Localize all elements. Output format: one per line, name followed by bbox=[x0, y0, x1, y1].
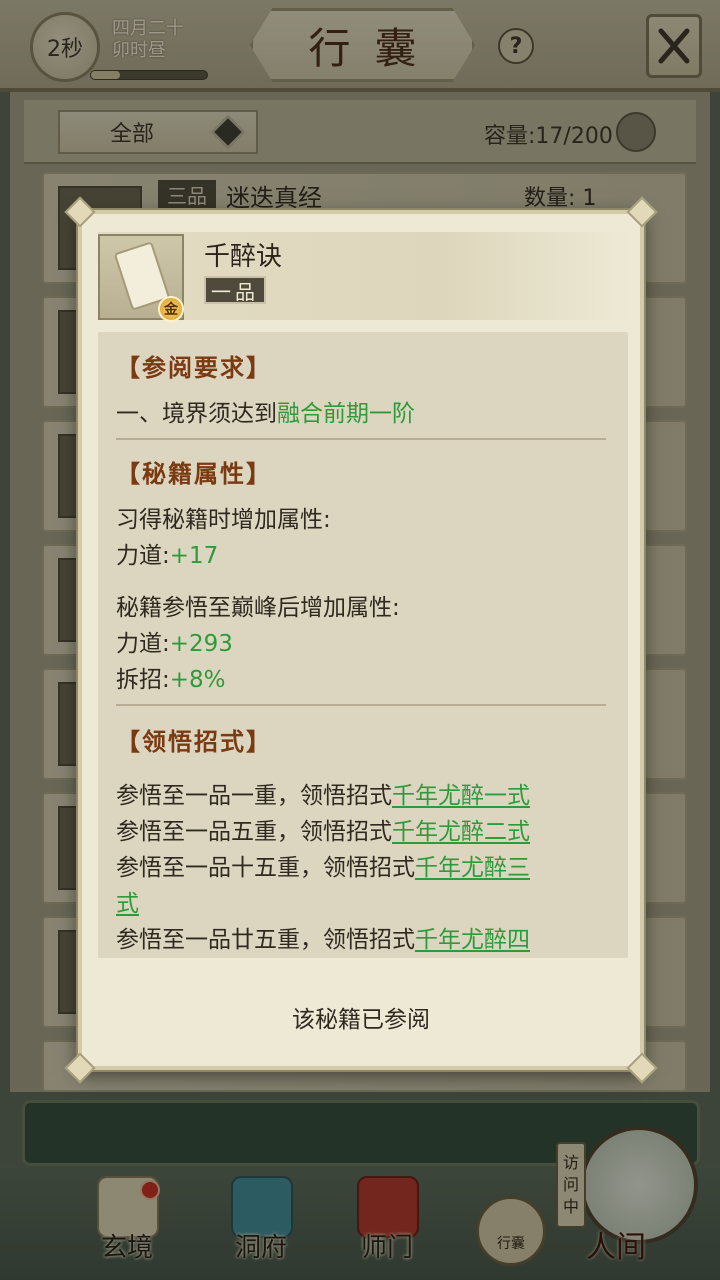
move-prefix: 参悟至一品廿五重，领悟招式 bbox=[116, 927, 415, 953]
peak-bonus-label: 秘籍参悟至巅峰后增加属性: bbox=[116, 595, 400, 621]
move-prefix: 参悟至一品十五重，领悟招式 bbox=[116, 855, 415, 881]
attribute-value: +8% bbox=[169, 667, 226, 693]
requirement-prefix: 一、境界须达到 bbox=[116, 401, 277, 427]
move-line-wrap: 式 bbox=[116, 884, 139, 918]
move-line: 参悟至一品一重，领悟招式千年尤醉一式 bbox=[116, 776, 530, 810]
item-icon: 金 bbox=[98, 234, 184, 322]
item-details: 【参阅要求】 一、境界须达到融合前期一阶 【秘籍属性】 习得秘籍时增加属性: 力… bbox=[98, 332, 628, 958]
section-title-moves: 【领悟招式】 bbox=[116, 727, 272, 756]
divider bbox=[116, 438, 606, 440]
move-line: 参悟至一品廿五重，领悟招式千年尤醉四 bbox=[116, 920, 530, 954]
section-title-requirement: 【参阅要求】 bbox=[116, 353, 272, 382]
read-status: 该秘籍已参阅 bbox=[292, 1007, 430, 1033]
move-link[interactable]: 千年尤醉四 bbox=[415, 927, 530, 953]
attribute-value: +17 bbox=[169, 543, 219, 569]
move-link[interactable]: 千年尤醉二式 bbox=[392, 819, 530, 845]
item-name: 千醉诀 bbox=[204, 242, 283, 272]
attribute-name: 力道: bbox=[116, 631, 170, 657]
move-link[interactable]: 千年尤醉三 bbox=[415, 855, 530, 881]
item-grade-badge: 一品 bbox=[204, 276, 266, 304]
requirement-line: 一、境界须达到融合前期一阶 bbox=[116, 394, 415, 428]
attribute-line: 拆招:+8% bbox=[116, 660, 226, 694]
move-link[interactable]: 式 bbox=[116, 891, 139, 917]
move-prefix: 参悟至一品一重，领悟招式 bbox=[116, 783, 392, 809]
gold-badge: 金 bbox=[158, 296, 184, 322]
move-line: 参悟至一品十五重，领悟招式千年尤醉三 bbox=[116, 848, 530, 882]
move-prefix: 参悟至一品五重，领悟招式 bbox=[116, 819, 392, 845]
move-line: 参悟至一品五重，领悟招式千年尤醉二式 bbox=[116, 812, 530, 846]
attribute-value: +293 bbox=[169, 631, 233, 657]
attribute-name: 力道: bbox=[116, 543, 170, 569]
requirement-value: 融合前期一阶 bbox=[277, 401, 415, 427]
attribute-line: 力道:+17 bbox=[116, 536, 218, 570]
section-title-attributes: 【秘籍属性】 bbox=[116, 459, 272, 488]
move-link[interactable]: 千年尤醉一式 bbox=[392, 783, 530, 809]
attribute-name: 拆招: bbox=[116, 667, 170, 693]
learn-bonus-label: 习得秘籍时增加属性: bbox=[116, 507, 331, 533]
item-detail-modal: 金 千醉诀 一品 【参阅要求】 一、境界须达到融合前期一阶 【秘籍属性】 习得秘… bbox=[64, 196, 658, 1084]
attribute-line: 力道:+293 bbox=[116, 624, 233, 658]
divider bbox=[116, 704, 606, 706]
